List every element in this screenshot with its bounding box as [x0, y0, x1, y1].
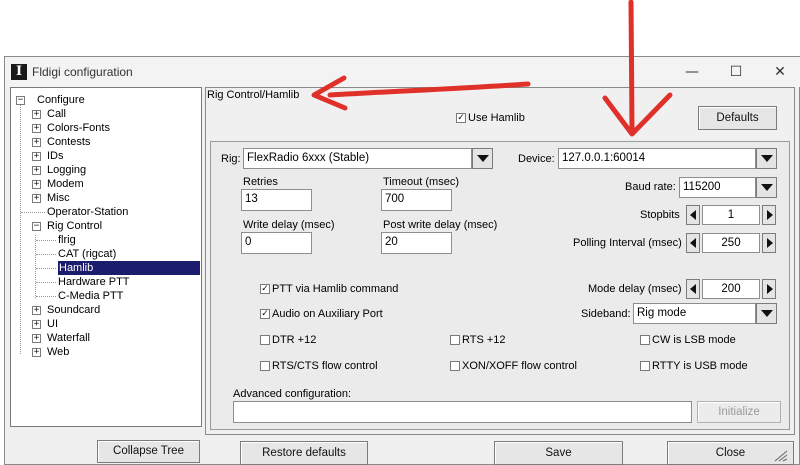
annotation-arrows [311, 0, 673, 137]
arrow-left-annotation [311, 75, 531, 111]
arrow-down-annotation [602, 0, 673, 137]
